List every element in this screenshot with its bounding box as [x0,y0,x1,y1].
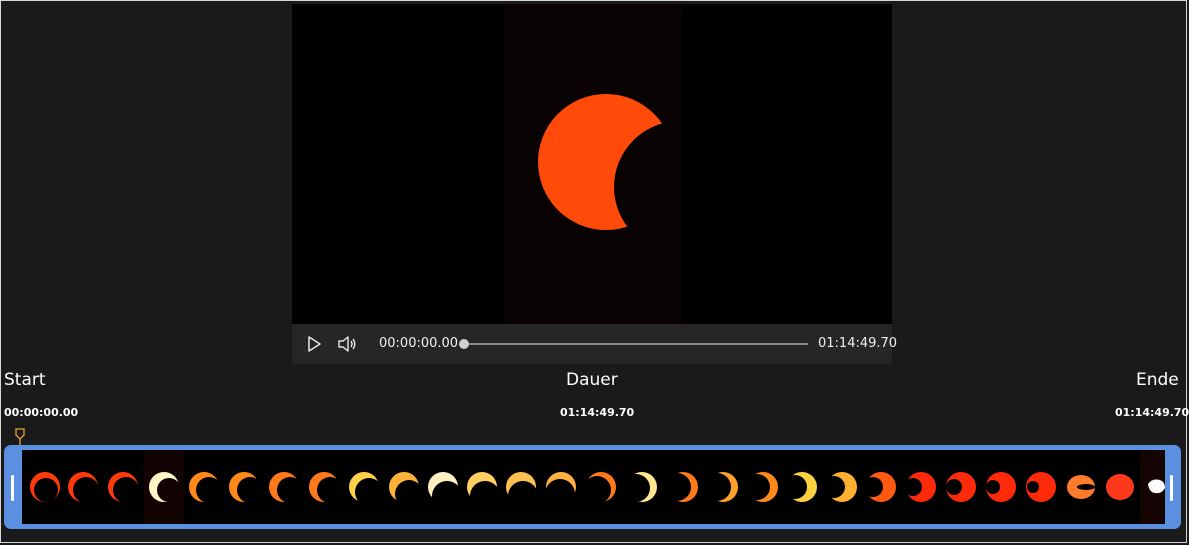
player-controls-bar: 00:00:00.00 01:14:49.70 [292,324,897,364]
trim-timeline[interactable] [4,445,1181,529]
duration-time: 01:14:49.70 [560,406,635,419]
thumbnail-frame [389,472,419,502]
thumbnail-frame [627,472,657,502]
thumbnail-frame [708,472,738,502]
thumbnail-frame [1106,474,1134,500]
thumbnail-frame [866,472,896,502]
eclipse-frame-image [292,4,892,324]
thumbnail-frame [108,472,138,502]
thumbnail-frame [309,472,339,502]
thumbnail-frame [349,472,379,502]
thumbnail-frame [428,472,458,502]
thumbnail-frame [1026,472,1056,502]
start-time: 00:00:00.00 [4,406,79,419]
trim-end-handle[interactable] [1170,475,1173,501]
end-label: Ende [1136,370,1179,390]
thumbnail-frame [467,472,497,502]
video-preview[interactable] [292,4,892,324]
thumbnail-frame [906,472,936,502]
thumbnail-frame [546,472,576,502]
total-time: 01:14:49.70 [818,336,898,351]
seek-bar[interactable] [464,343,808,345]
start-label: Start [4,370,46,390]
play-icon[interactable] [304,334,324,354]
end-time: 01:14:49.70 [1115,406,1189,419]
seek-thumb[interactable] [459,339,469,349]
thumbnail-frame [986,472,1016,502]
thumbnail-frame [668,472,698,502]
thumbnail-frame [506,472,536,502]
volume-icon[interactable] [337,334,357,354]
trim-start-handle[interactable] [11,475,14,501]
thumbnail-frame [30,472,60,502]
thumbnail-frame [68,472,98,502]
thumbnail-frame [189,472,219,502]
thumbnail-frames [30,450,1165,524]
thumbnail-frame [748,472,778,502]
thumbnail-frame [149,472,179,502]
thumbnail-strip [22,450,1165,524]
thumbnail-frame [229,472,259,502]
duration-label: Dauer [566,370,618,390]
thumbnail-frame [827,472,857,502]
current-time: 00:00:00.00 [379,336,459,351]
thumbnail-frame [269,472,299,502]
thumbnail-frame [586,472,616,502]
playhead-marker-icon[interactable] [14,428,26,446]
thumbnail-frame [787,472,817,502]
thumbnail-frame [946,472,976,502]
